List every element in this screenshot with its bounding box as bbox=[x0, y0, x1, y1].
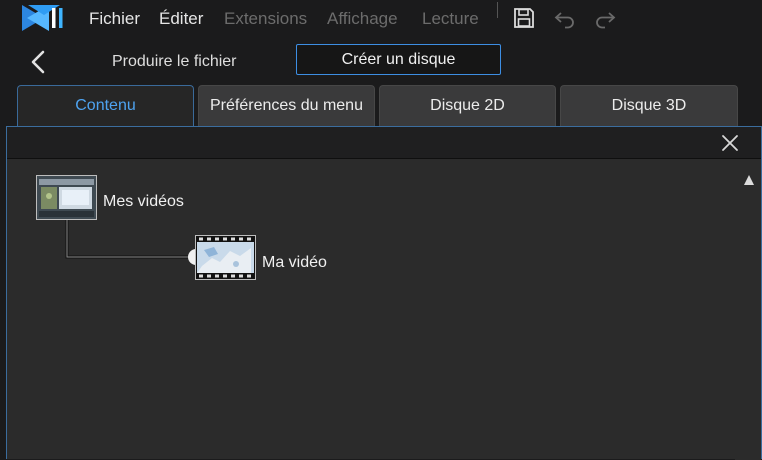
close-icon[interactable] bbox=[720, 133, 740, 153]
video-thumbnail-icon[interactable] bbox=[195, 235, 256, 280]
menu-separator bbox=[497, 2, 498, 18]
tab-disc-2d[interactable]: Disque 2D bbox=[379, 85, 556, 126]
tab-disc-2d-label: Disque 2D bbox=[430, 97, 505, 114]
scroll-up-icon[interactable] bbox=[743, 174, 755, 186]
tree-root-label[interactable]: Mes vidéos bbox=[103, 193, 184, 211]
content-panel: Mes vidéos Ma vidéo bbox=[6, 126, 762, 460]
menu-edit[interactable]: Éditer bbox=[159, 9, 203, 29]
tab-content[interactable]: Contenu bbox=[17, 85, 194, 126]
undo-icon[interactable] bbox=[553, 6, 577, 30]
save-icon[interactable] bbox=[512, 6, 536, 30]
tab-disc-3d-label: Disque 3D bbox=[611, 97, 687, 114]
tree-child-label[interactable]: Ma vidéo bbox=[262, 254, 327, 272]
app-logo-icon bbox=[22, 5, 63, 31]
menu-playback[interactable]: Lecture bbox=[422, 9, 479, 29]
tab-menu-preferences[interactable]: Préférences du menu bbox=[198, 85, 375, 126]
tab-menu-preferences-label: Préférences du menu bbox=[210, 97, 363, 114]
menu-file[interactable]: Fichier bbox=[89, 9, 140, 29]
menu-bar: Fichier Éditer Extensions Affichage Lect… bbox=[0, 0, 762, 38]
tab-content-label: Contenu bbox=[75, 97, 136, 114]
back-arrow-icon[interactable] bbox=[28, 49, 50, 75]
tab-disc-3d[interactable]: Disque 3D bbox=[560, 85, 738, 126]
panel-header bbox=[7, 127, 761, 159]
tree-connector bbox=[65, 219, 196, 259]
produce-file-link[interactable]: Produire le fichier bbox=[112, 53, 237, 71]
folder-thumbnail-icon[interactable] bbox=[36, 175, 97, 220]
create-disc-button[interactable]: Créer un disque bbox=[296, 44, 501, 75]
create-disc-label: Créer un disque bbox=[341, 50, 456, 68]
redo-icon[interactable] bbox=[593, 6, 617, 30]
vertical-scrollbar[interactable] bbox=[735, 159, 761, 460]
menu-extensions[interactable]: Extensions bbox=[224, 9, 307, 29]
menu-view[interactable]: Affichage bbox=[327, 9, 398, 29]
